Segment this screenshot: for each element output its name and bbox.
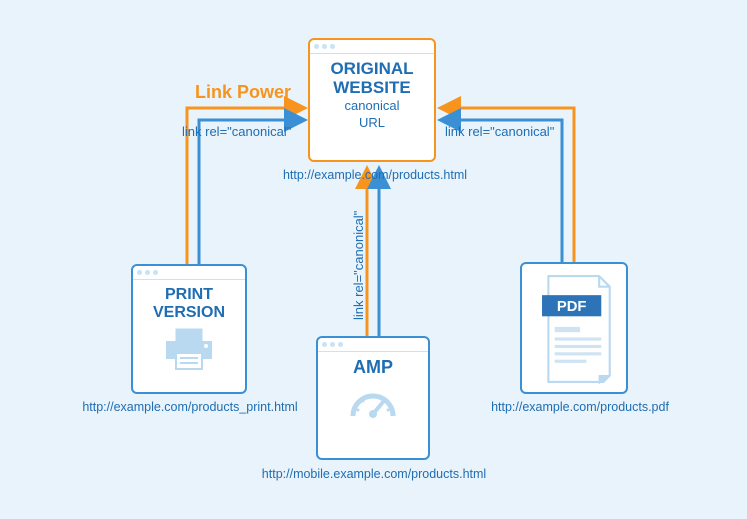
print-title-2: VERSION — [141, 304, 237, 322]
pdf-url: http://example.com/products.pdf — [470, 400, 690, 414]
original-title-1: ORIGINAL — [318, 60, 426, 79]
node-print-version: PRINT VERSION — [131, 264, 247, 394]
amp-url: http://mobile.example.com/products.html — [250, 467, 498, 481]
original-subtitle-1: canonical — [318, 99, 426, 113]
original-url: http://example.com/products.html — [270, 168, 480, 182]
original-subtitle-2: URL — [318, 116, 426, 130]
rel-canonical-right: link rel="canonical" — [445, 124, 554, 139]
gauge-icon — [349, 384, 397, 420]
window-chrome — [318, 338, 428, 352]
amp-title: AMP — [326, 358, 420, 378]
link-power-label: Link Power — [195, 82, 291, 103]
rel-canonical-left: link rel="canonical" — [182, 124, 291, 139]
svg-text:PDF: PDF — [557, 299, 587, 315]
printer-icon — [162, 327, 216, 371]
print-title-1: PRINT — [141, 286, 237, 304]
original-title-2: WEBSITE — [318, 79, 426, 98]
rel-canonical-center: link rel="canonical" — [351, 211, 366, 320]
node-amp: AMP — [316, 336, 430, 460]
node-pdf: PDF PDF — [520, 262, 628, 394]
window-chrome — [133, 266, 245, 280]
print-url: http://example.com/products_print.html — [70, 400, 310, 414]
node-original-website: ORIGINAL WEBSITE canonical URL — [308, 38, 436, 162]
window-chrome — [310, 40, 434, 54]
pdf-file-icon: PDF — [538, 274, 610, 384]
